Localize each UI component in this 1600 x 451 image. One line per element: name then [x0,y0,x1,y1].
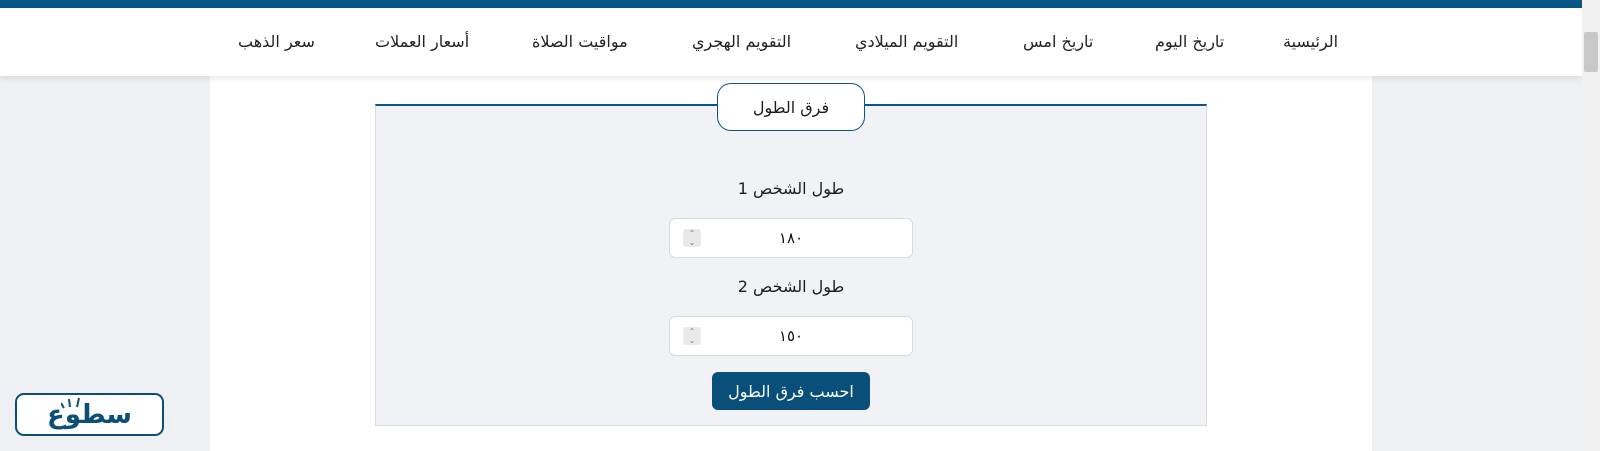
nav-hijri-calendar[interactable]: التقويم الهجري [692,32,791,51]
nav-gregorian-calendar[interactable]: التقويم الميلادي [855,32,958,51]
page-scrollbar[interactable] [1582,0,1600,451]
person1-height-input[interactable] [669,218,913,258]
nav-gold-price[interactable]: سعر الذهب [238,32,315,51]
main-navigation: الرئيسية تاريخ اليوم تاريخ امس التقويم ا… [0,8,1582,76]
calculator-title-text: فرق الطول [752,97,830,117]
logo-text: سطوع [47,399,132,430]
person2-height-input[interactable] [669,316,913,356]
nav-home[interactable]: الرئيسية [1283,32,1338,51]
calculate-height-difference-button[interactable]: احسب فرق الطول [712,372,870,410]
person1-height-label: طول الشخص 1 [737,179,845,198]
calculator-title: فرق الطول [717,83,865,131]
top-accent-bar [0,0,1582,8]
nav-prayer-times[interactable]: مواقيت الصلاة [532,32,628,51]
nav-today-date[interactable]: تاريخ اليوم [1155,32,1224,51]
nav-currency-prices[interactable]: أسعار العملات [375,32,469,51]
nav-yesterday-date[interactable]: تاريخ امس [1023,32,1093,51]
spinner-arrows-icon[interactable]: ⌃ ⌄ [683,327,701,345]
scrollbar-thumb[interactable] [1584,32,1598,72]
spinner-arrows-icon[interactable]: ⌃ ⌄ [683,229,701,247]
sun-rays-icon [61,397,80,409]
person2-height-label: طول الشخص 2 [737,277,845,296]
site-logo[interactable]: سطوع [15,393,164,436]
